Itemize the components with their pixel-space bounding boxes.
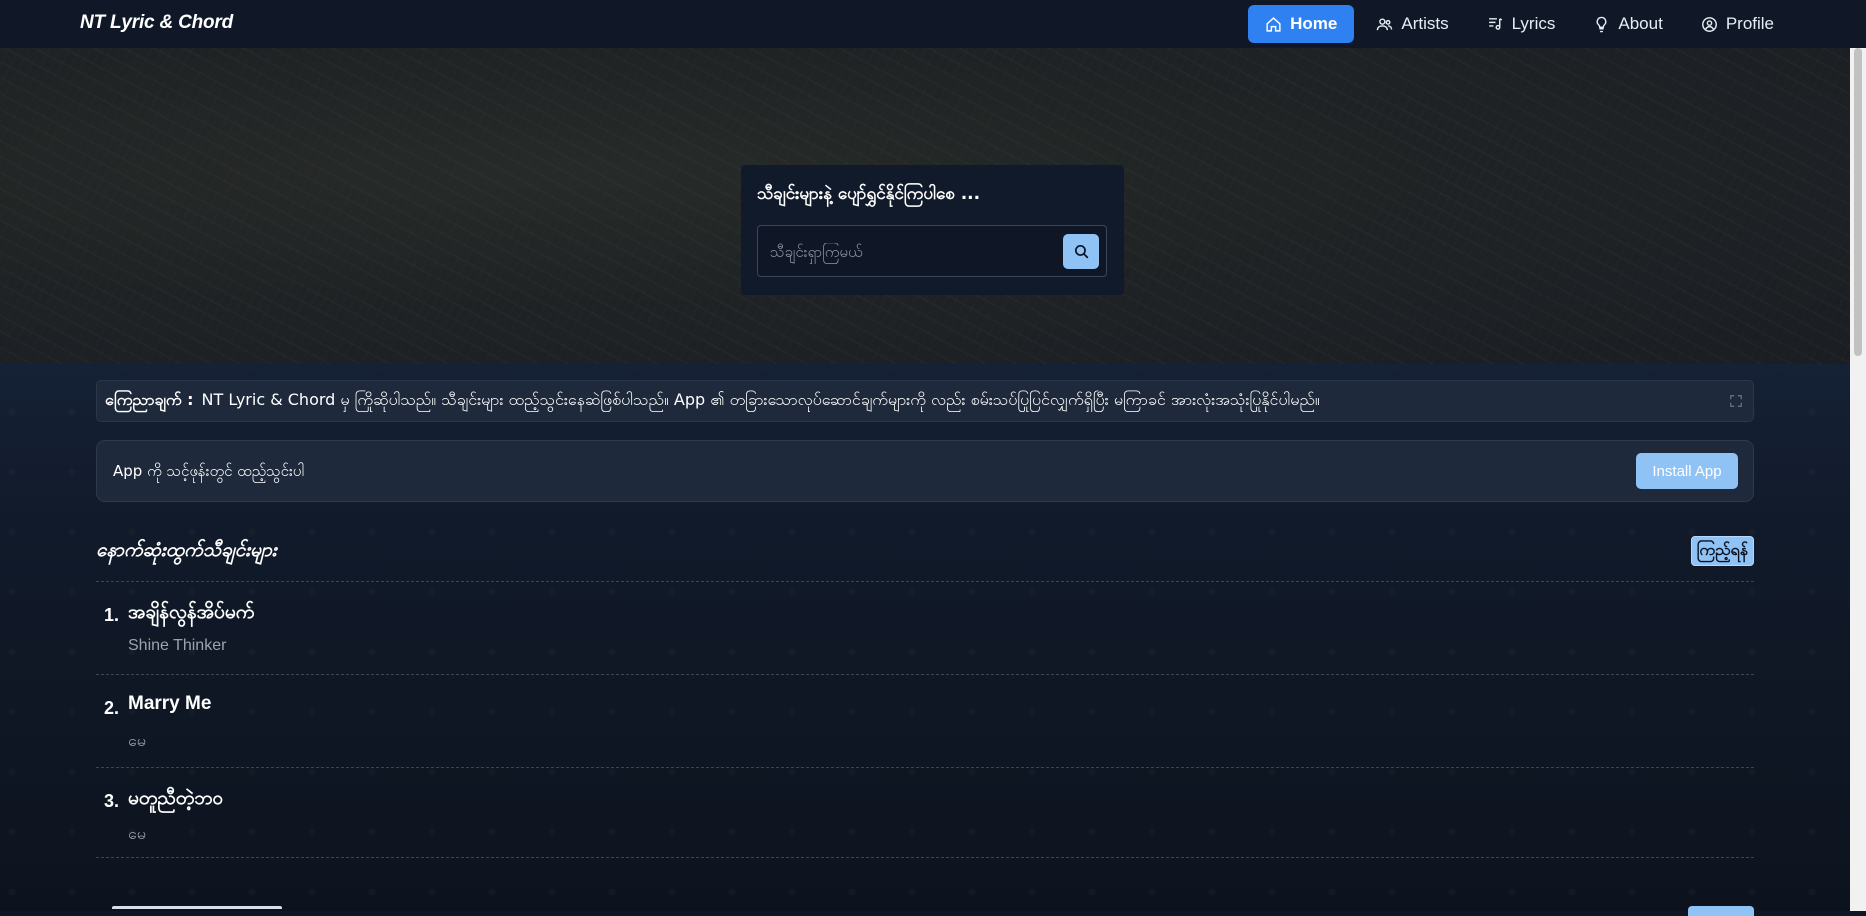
song-number: 2. xyxy=(104,698,120,718)
scrollbar-thumb[interactable] xyxy=(1854,48,1862,356)
nav-profile-label: Profile xyxy=(1725,14,1774,33)
lightbulb-icon xyxy=(1596,16,1607,32)
home-icon xyxy=(1266,16,1281,32)
install-app-button[interactable]: Install App xyxy=(1636,453,1738,489)
song-number: 3. xyxy=(104,791,120,811)
nav-home-label: Home xyxy=(1290,14,1338,33)
nav-links: Home Artists Lyrics About Profile xyxy=(1248,5,1790,43)
song-item[interactable]: 3. မတူညီတဲ့ဘဝ မေ xyxy=(96,767,1754,860)
nav-profile[interactable]: Profile xyxy=(1685,5,1790,43)
install-app-card: App ကို သင့်ဖုန်းတွင် ထည့်သွင်းပါ Instal… xyxy=(96,440,1754,502)
nav-artists-label: Artists xyxy=(1401,14,1449,33)
song-artist: မေ xyxy=(128,826,146,843)
search-input[interactable] xyxy=(768,226,1052,278)
announcement-text: NT Lyric & Chord မှ ကြိုဆိုပါသည်။ သီချင်… xyxy=(201,390,1320,409)
announcement-banner: ကြေညာချက် : NT Lyric & Chord မှ ကြိုဆိုပ… xyxy=(96,380,1754,422)
brand-logo[interactable]: NT Lyric & Chord xyxy=(80,12,233,34)
latest-songs-title: နောက်ဆုံးထွက်သီချင်းများ xyxy=(96,539,277,561)
music-note-icon xyxy=(1488,17,1502,30)
search-title: သီချင်းများနဲ့ ပျော်ရွှင်နိုင်ကြပါစေ ... xyxy=(757,184,981,204)
search-button[interactable] xyxy=(1063,234,1099,269)
latest-songs-header: နောက်ဆုံးထွက်သီချင်းများ ကြည့်ရန် xyxy=(96,536,1754,568)
install-app-text: App ကို သင့်ဖုန်းတွင် ထည့်သွင်းပါ xyxy=(113,462,304,480)
search-box xyxy=(757,225,1107,278)
nav-about[interactable]: About xyxy=(1577,5,1678,43)
song-artist: Shine Thinker xyxy=(128,637,227,654)
nav-home[interactable]: Home xyxy=(1248,5,1355,43)
next-section-button-partial[interactable] xyxy=(1688,906,1754,916)
list-divider xyxy=(96,857,1754,858)
announcement-label: ကြေညာချက် : xyxy=(105,390,194,409)
song-title[interactable]: Marry Me xyxy=(128,693,211,715)
top-navbar: NT Lyric & Chord Home Artists Lyrics Abo… xyxy=(0,0,1866,49)
view-all-button[interactable]: ကြည့်ရန် xyxy=(1690,536,1754,566)
next-section-title-partial xyxy=(112,902,312,911)
song-number: 1. xyxy=(104,605,120,625)
song-title[interactable]: အချိန်လွန်အိပ်မက် xyxy=(128,600,254,628)
song-artist: မေ xyxy=(128,733,146,750)
users-icon xyxy=(1377,17,1393,30)
search-card: သီချင်းများနဲ့ ပျော်ရွှင်နိုင်ကြပါစေ ... xyxy=(741,165,1124,295)
page-scrollbar[interactable] xyxy=(1850,48,1866,911)
song-item[interactable]: 1. အချိန်လွန်အိပ်မက် Shine Thinker xyxy=(96,581,1754,674)
nav-artists[interactable]: Artists xyxy=(1360,5,1464,43)
nav-lyrics-label: Lyrics xyxy=(1511,14,1556,33)
user-circle-icon xyxy=(1701,16,1717,32)
song-item[interactable]: 2. Marry Me မေ xyxy=(96,674,1754,767)
nav-about-label: About xyxy=(1618,14,1663,33)
expand-icon[interactable] xyxy=(1729,394,1743,408)
nav-lyrics[interactable]: Lyrics xyxy=(1471,5,1572,43)
song-title[interactable]: မတူညီတဲ့ဘဝ xyxy=(128,786,223,814)
song-list: 1. အချိန်လွန်အိပ်မက် Shine Thinker 2. Ma… xyxy=(96,581,1754,860)
search-icon xyxy=(1074,244,1088,259)
